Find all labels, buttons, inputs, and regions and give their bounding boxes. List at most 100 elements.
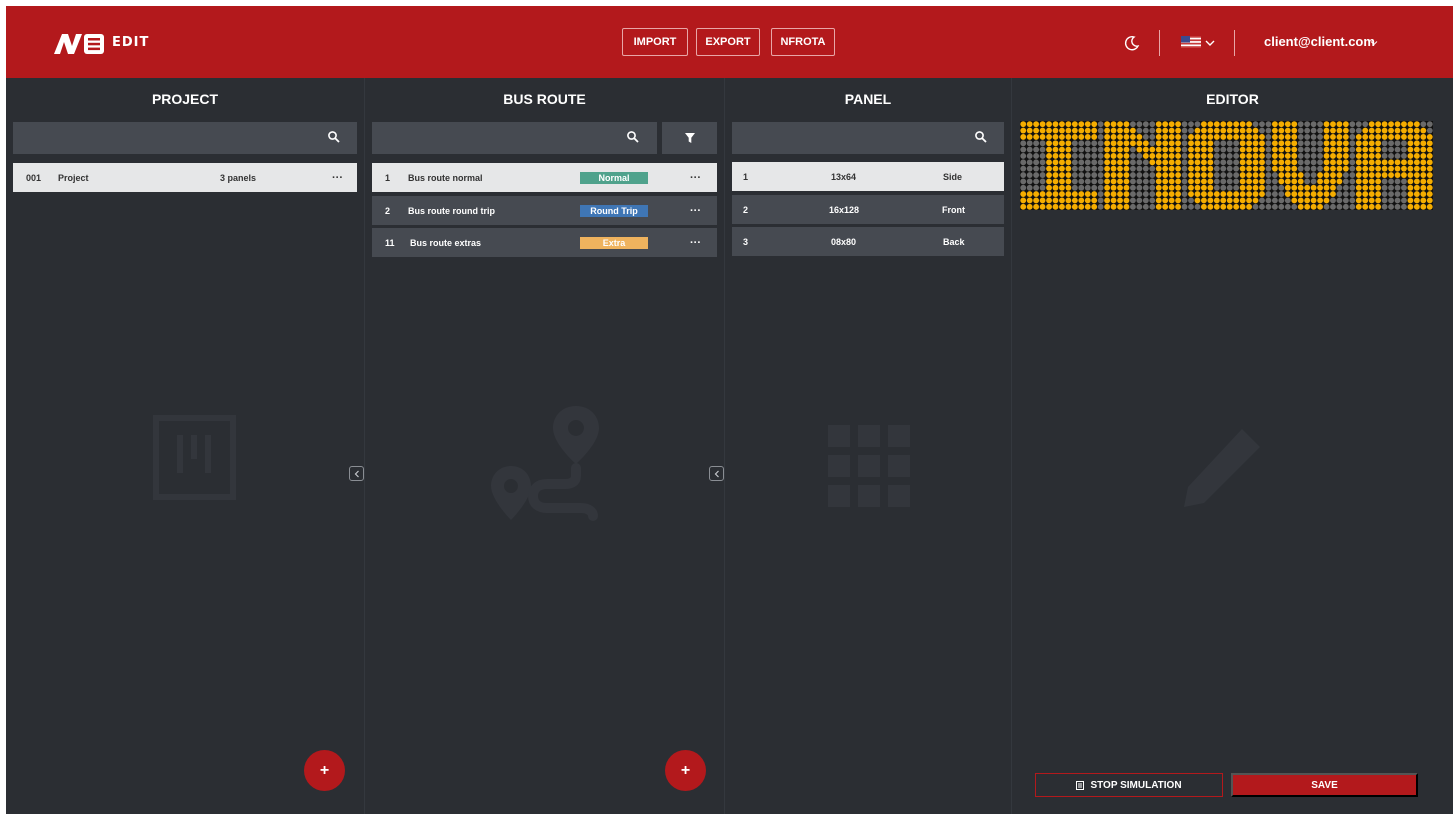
led-dot[interactable]	[1071, 172, 1078, 178]
led-dot[interactable]	[1394, 197, 1401, 204]
led-dot[interactable]	[1220, 197, 1227, 204]
led-dot[interactable]	[1317, 140, 1323, 147]
led-dot[interactable]	[1142, 191, 1149, 198]
led-dot[interactable]	[1426, 159, 1433, 166]
led-dot[interactable]	[1420, 178, 1427, 185]
led-dot[interactable]	[1355, 146, 1362, 153]
led-dot[interactable]	[1278, 165, 1285, 172]
led-dot[interactable]	[1246, 165, 1253, 172]
led-dot[interactable]	[1278, 146, 1285, 153]
led-dot[interactable]	[1239, 127, 1246, 134]
led-dot[interactable]	[1142, 121, 1149, 128]
led-dot[interactable]	[1059, 178, 1065, 185]
led-dot[interactable]	[1413, 140, 1420, 147]
led-dot[interactable]	[1078, 146, 1085, 153]
led-dot[interactable]	[1381, 140, 1388, 147]
led-dot[interactable]	[1259, 159, 1265, 166]
led-dot[interactable]	[1207, 191, 1214, 198]
led-dot[interactable]	[1246, 159, 1253, 166]
led-dot[interactable]	[1136, 203, 1143, 210]
led-dot[interactable]	[1375, 203, 1382, 210]
led-dot[interactable]	[1291, 172, 1298, 178]
led-dot[interactable]	[1323, 146, 1330, 153]
led-dot[interactable]	[1033, 184, 1040, 191]
led-dot[interactable]	[1084, 133, 1091, 140]
led-dot[interactable]	[1420, 184, 1427, 191]
led-dot[interactable]	[1381, 184, 1388, 191]
led-dot[interactable]	[1213, 197, 1220, 204]
led-dot[interactable]	[1059, 153, 1065, 159]
led-dot[interactable]	[1381, 121, 1388, 128]
led-dot[interactable]	[1271, 159, 1278, 166]
led-dot[interactable]	[1233, 172, 1240, 178]
led-dot[interactable]	[1168, 165, 1175, 172]
us-flag-icon[interactable]	[1181, 36, 1201, 48]
led-dot[interactable]	[1265, 165, 1272, 172]
led-dot[interactable]	[1420, 172, 1427, 178]
led-dot[interactable]	[1342, 203, 1349, 210]
led-dot[interactable]	[1149, 172, 1156, 178]
led-dot[interactable]	[1104, 146, 1111, 153]
led-dot[interactable]	[1033, 172, 1040, 178]
led-dot[interactable]	[1130, 121, 1136, 128]
led-dot[interactable]	[1207, 197, 1214, 204]
led-dot[interactable]	[1265, 191, 1272, 198]
led-dot[interactable]	[1375, 159, 1382, 166]
led-dot[interactable]	[1162, 191, 1169, 198]
led-dot[interactable]	[1155, 178, 1162, 185]
led-dot[interactable]	[1033, 165, 1040, 172]
led-dot[interactable]	[1271, 191, 1278, 198]
led-dot[interactable]	[1084, 172, 1091, 178]
led-dot[interactable]	[1284, 197, 1291, 204]
led-dot[interactable]	[1265, 178, 1272, 185]
led-dot[interactable]	[1330, 197, 1336, 204]
led-dot[interactable]	[1226, 140, 1233, 147]
led-dot[interactable]	[1401, 184, 1407, 191]
led-dot[interactable]	[1104, 203, 1111, 210]
led-dot[interactable]	[1110, 140, 1117, 147]
led-dot[interactable]	[1259, 184, 1265, 191]
led-dot[interactable]	[1207, 172, 1214, 178]
led-dot[interactable]	[1420, 203, 1427, 210]
led-dot[interactable]	[1071, 159, 1078, 166]
led-dot[interactable]	[1059, 140, 1065, 147]
led-dot[interactable]	[1142, 140, 1149, 147]
led-dot[interactable]	[1123, 159, 1130, 166]
led-dot[interactable]	[1059, 197, 1065, 204]
led-dot[interactable]	[1239, 140, 1246, 147]
led-dot[interactable]	[1426, 127, 1433, 134]
led-dot[interactable]	[1388, 146, 1394, 153]
led-dot[interactable]	[1175, 127, 1182, 134]
led-dot[interactable]	[1071, 191, 1078, 198]
led-dot[interactable]	[1097, 133, 1104, 140]
led-dot[interactable]	[1123, 165, 1130, 172]
led-dot[interactable]	[1349, 140, 1356, 147]
led-dot[interactable]	[1291, 146, 1298, 153]
led-dot[interactable]	[1310, 133, 1317, 140]
led-dot[interactable]	[1239, 178, 1246, 185]
led-dot[interactable]	[1368, 172, 1375, 178]
led-dot[interactable]	[1220, 165, 1227, 172]
led-dot[interactable]	[1233, 178, 1240, 185]
led-dot[interactable]	[1375, 153, 1382, 159]
led-dot[interactable]	[1020, 127, 1027, 134]
led-dot[interactable]	[1381, 203, 1388, 210]
led-dot[interactable]	[1168, 184, 1175, 191]
led-dot[interactable]	[1265, 140, 1272, 147]
led-dot[interactable]	[1155, 184, 1162, 191]
led-dot[interactable]	[1052, 127, 1059, 134]
led-dot[interactable]	[1259, 153, 1265, 159]
led-dot[interactable]	[1310, 197, 1317, 204]
led-dot[interactable]	[1381, 159, 1388, 166]
led-dot[interactable]	[1362, 197, 1369, 204]
bus-route-row[interactable]: 11 Bus route extras Extra ···	[372, 228, 717, 257]
led-dot[interactable]	[1033, 127, 1040, 134]
led-dot[interactable]	[1046, 178, 1052, 185]
led-dot[interactable]	[1084, 121, 1091, 128]
led-dot[interactable]	[1181, 184, 1188, 191]
led-dot[interactable]	[1304, 165, 1311, 172]
led-dot[interactable]	[1117, 165, 1123, 172]
led-dot[interactable]	[1401, 172, 1407, 178]
led-dot[interactable]	[1071, 165, 1078, 172]
led-dot[interactable]	[1388, 172, 1394, 178]
